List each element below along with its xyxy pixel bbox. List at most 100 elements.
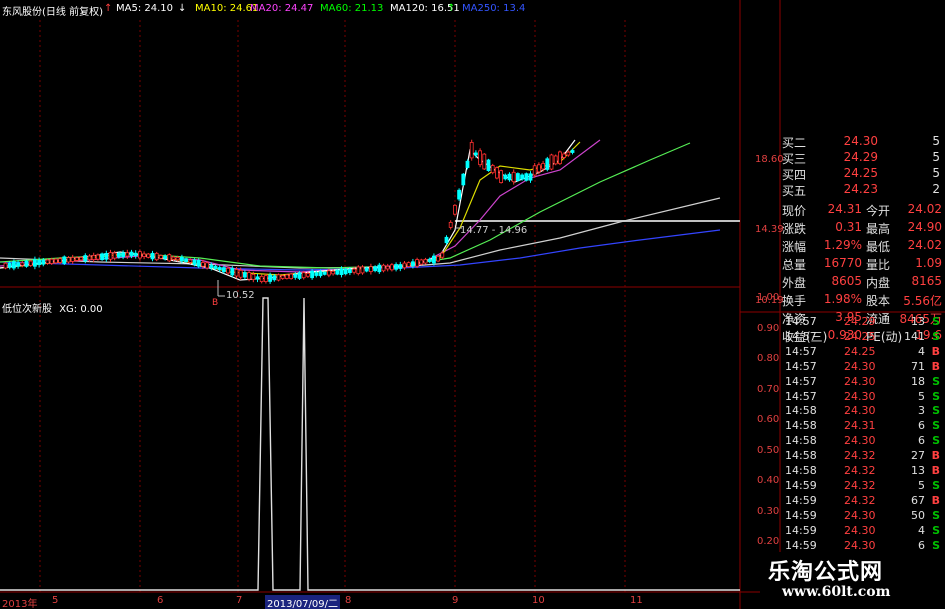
bid-row: 买二 24.30 5 (782, 134, 945, 151)
candle-body (226, 267, 231, 274)
ma10-line (0, 141, 581, 276)
candle-body (221, 267, 226, 272)
candle-body (469, 142, 474, 159)
candle-body (331, 270, 336, 275)
candle-body (389, 264, 394, 271)
candle-body (297, 272, 302, 279)
candle-body (516, 173, 520, 181)
candle-body (326, 270, 331, 276)
trade-price: 24.30 (844, 389, 876, 403)
trade-row: 14:57 24.30 18 S (782, 375, 945, 389)
candle-body (272, 275, 277, 281)
trade-time: 14:59 (785, 523, 817, 537)
stat-value: 16770 (823, 256, 862, 270)
watermark-title: 乐淘公式网 (768, 559, 884, 585)
candle-body (284, 274, 289, 279)
trade-time: 14:58 (785, 449, 817, 463)
trade-time: 14:58 (785, 434, 817, 448)
low-price-label: 10.52 (226, 290, 255, 301)
date-axis: 2013年 5 6 7 2013/07/09/二 8 9 10 11 (0, 593, 780, 609)
stat-label: 股本 (866, 294, 891, 308)
bid-label: 买三 (782, 152, 807, 166)
candle-body (478, 150, 483, 166)
stat-value: 24.02 (907, 202, 942, 216)
candle-body (276, 274, 281, 281)
trade-price: 24.31 (844, 419, 876, 433)
trade-volume: 13 (911, 315, 925, 328)
trade-row: 14:59 24.30 6 S (782, 539, 945, 553)
candle-body (167, 254, 172, 262)
candle-body (230, 268, 235, 276)
watermark: 乐淘公式网 www.60lt.com (760, 552, 945, 609)
bid-price: 24.29 (843, 150, 878, 164)
candle-body (528, 173, 533, 181)
trade-price: 24.32 (844, 493, 876, 507)
trade-volume: 18 (911, 374, 925, 388)
indicator-title[interactable]: 低位次新股 XG: 0.00 (2, 300, 103, 315)
candle-body (87, 255, 92, 261)
trade-row: 14:58 24.32 13 B (782, 464, 945, 478)
price-axis-mid: 14.39 (755, 224, 784, 235)
candle-body (179, 256, 184, 262)
candle-body (45, 259, 50, 264)
candle-body (28, 260, 33, 266)
candle-body (457, 189, 462, 200)
trade-price: 24.25 (844, 329, 876, 343)
candle-body (402, 262, 407, 269)
stock-title[interactable]: 东风股份(日线 前复权) (2, 3, 103, 18)
candle-body (200, 262, 205, 267)
down-arrow-icon: ↓ (178, 3, 187, 14)
stat-label: 量比 (866, 258, 891, 272)
trade-volume: 67 (911, 493, 925, 507)
indicator-axis-label: 0.30 (757, 505, 780, 517)
trade-row: 14:58 24.30 6 S (782, 434, 945, 448)
candle-body (11, 261, 16, 269)
candle-body (158, 255, 163, 259)
candle-body (473, 152, 478, 156)
stat-value: 24.02 (907, 238, 942, 252)
candle-body (24, 260, 29, 267)
trade-volume: 6 (918, 538, 925, 552)
stock-chart-window: 东风股份(日线 前复权) MA5: 24.10 ↓ MA10: 24.61 MA… (0, 0, 945, 609)
trade-price: 24.30 (844, 523, 876, 537)
bid-label: 买五 (782, 184, 807, 198)
candle-body (368, 266, 373, 273)
stat-value: 0.31 (835, 220, 862, 234)
trade-time: 14:57 (785, 344, 817, 358)
bid-label: 买四 (782, 168, 807, 182)
candle-body (16, 262, 21, 267)
candle-body (20, 262, 25, 266)
xaxis-month-6: 6 (157, 595, 164, 606)
trade-price: 24.30 (844, 359, 876, 373)
candle-body (410, 261, 415, 267)
ma20-line (0, 139, 601, 273)
candle-body (100, 253, 104, 260)
candle-body (570, 150, 575, 153)
candle-body (247, 272, 252, 280)
stat-row: 现价 24.31 今开 24.02 (782, 202, 945, 219)
candle-body (263, 275, 268, 282)
candle-body (558, 151, 562, 165)
candle-body (541, 163, 545, 170)
candle-body (532, 165, 537, 176)
trade-side: S (932, 434, 940, 448)
bid-volume: 5 (932, 166, 940, 180)
trade-side: S (932, 315, 940, 328)
stat-row: 总量 16770 量比 1.09 (782, 256, 945, 273)
candle-body (58, 258, 62, 263)
trade-side: B (931, 359, 940, 373)
candle-body (280, 275, 285, 279)
candle-body (461, 173, 466, 186)
indicator-axis-label: 0.50 (757, 444, 780, 456)
candle-body (339, 268, 344, 276)
chart-header: 东风股份(日线 前复权) MA5: 24.10 ↓ MA10: 24.61 MA… (0, 0, 732, 18)
candle-body (415, 259, 420, 267)
bid-volume: 5 (932, 134, 940, 148)
candle-body (83, 255, 88, 262)
candle-body (419, 259, 424, 265)
candle-body (406, 262, 411, 267)
trade-volume: 4 (918, 523, 925, 537)
candle-body (150, 252, 155, 260)
candle-body (154, 252, 159, 261)
trade-price: 24.30 (844, 374, 876, 388)
